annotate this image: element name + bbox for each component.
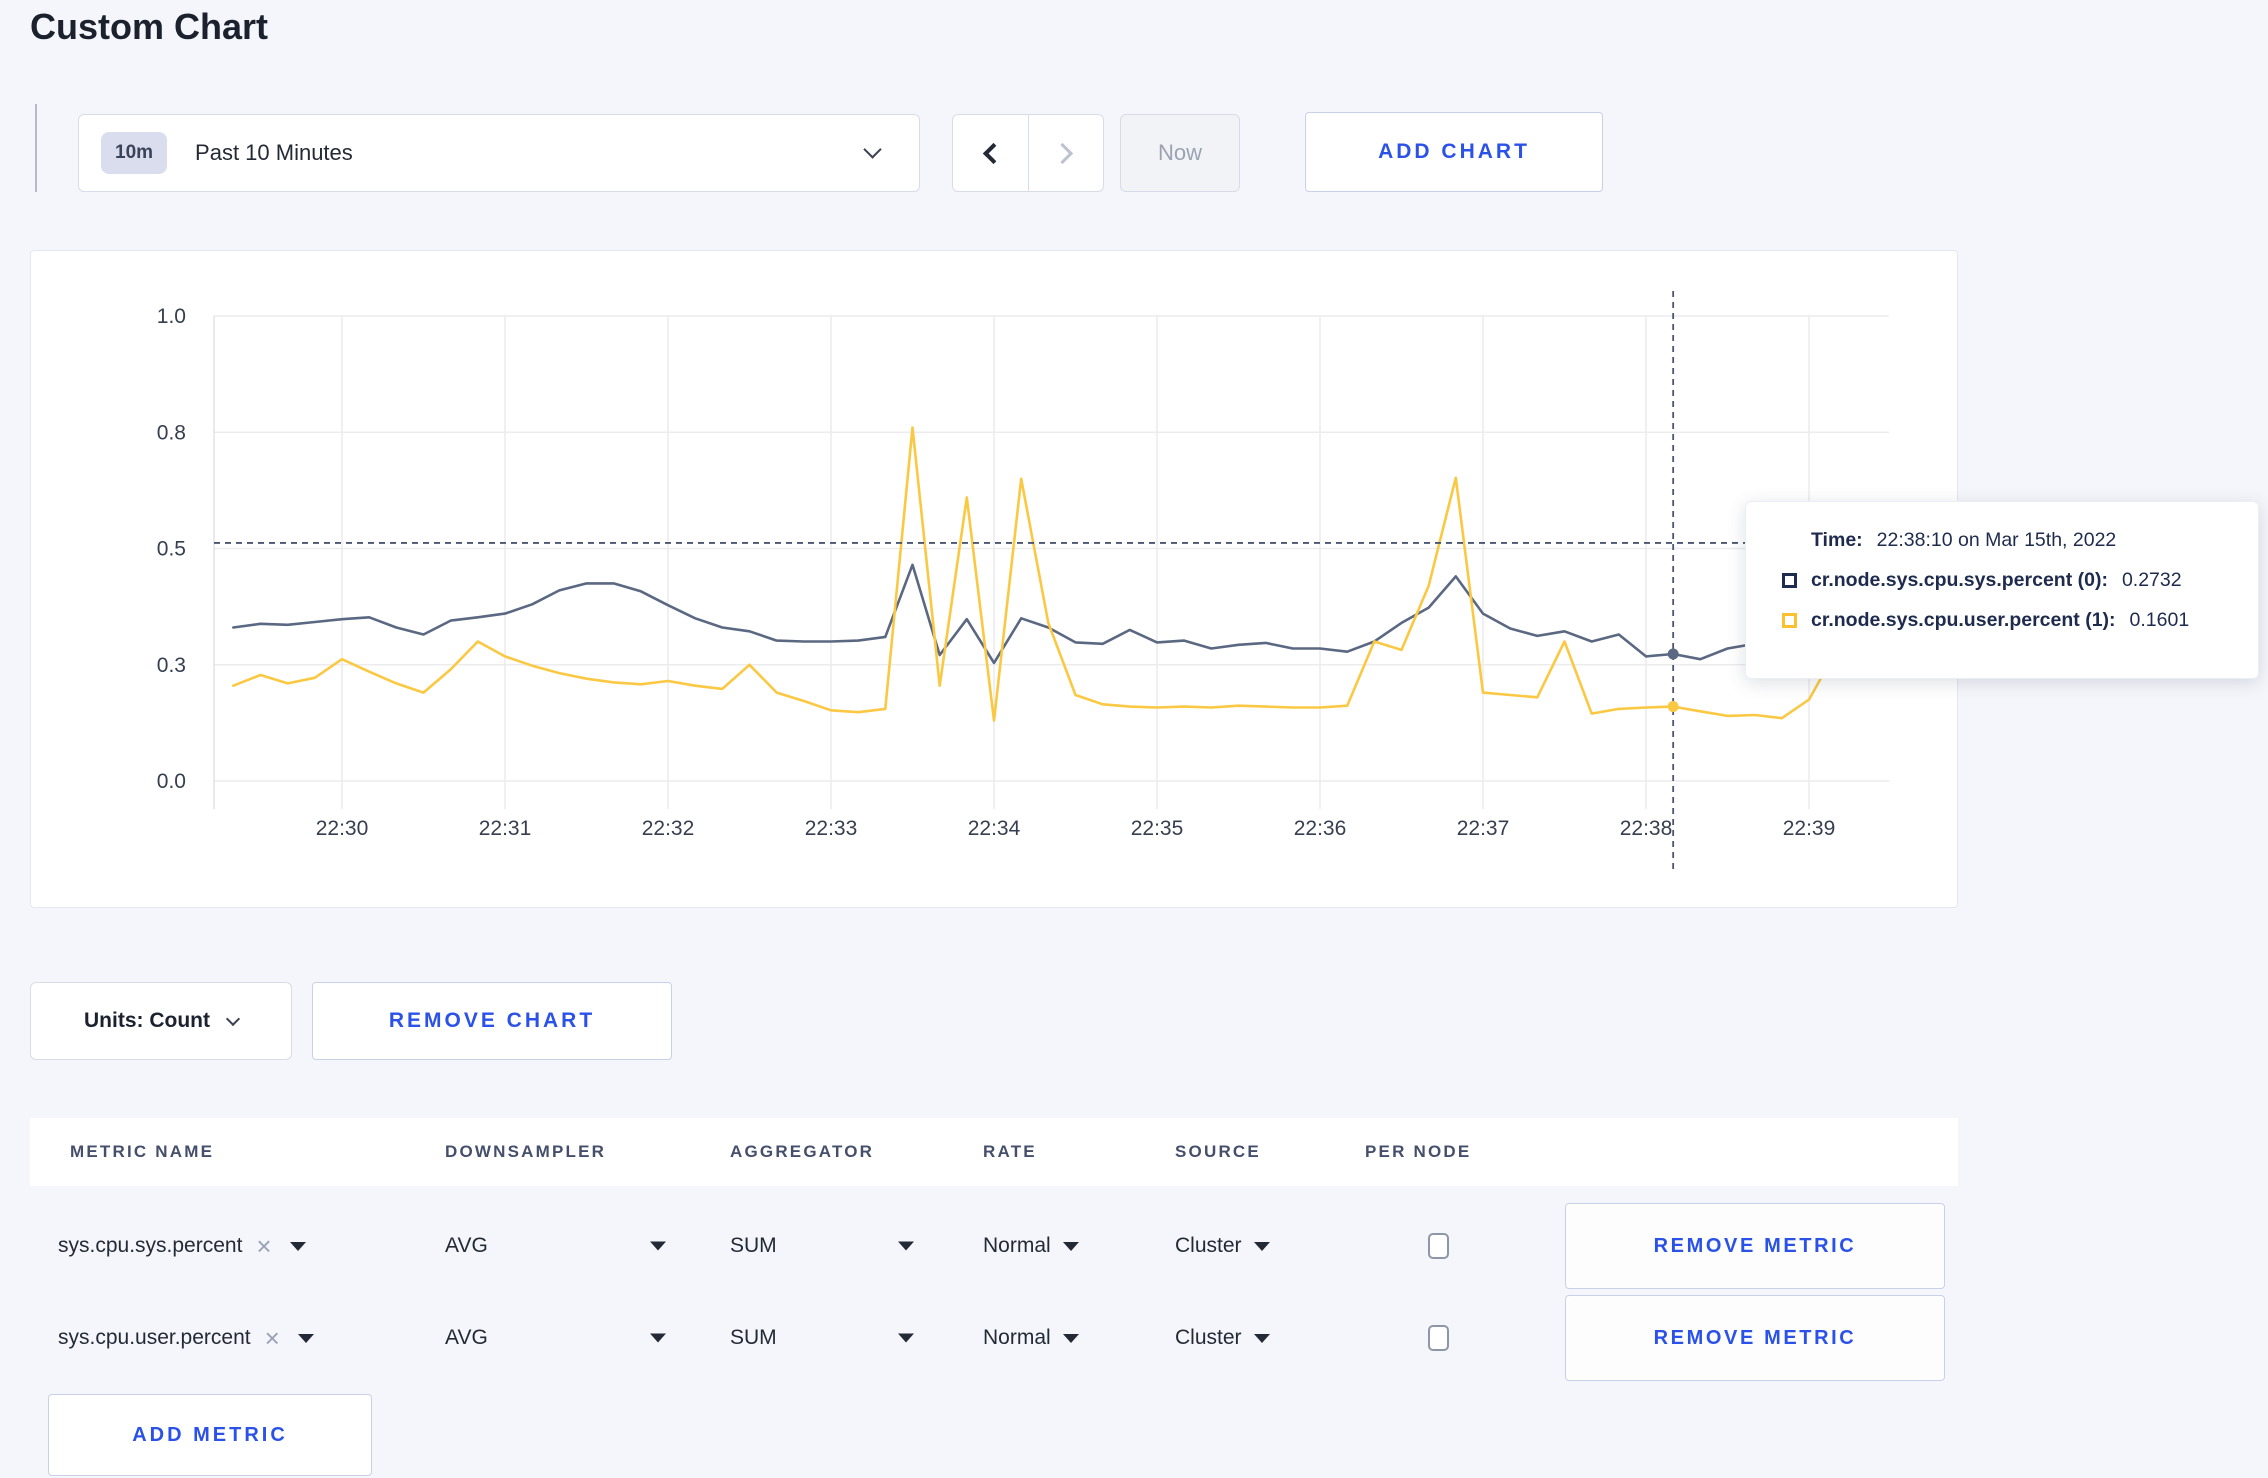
downsampler-select[interactable]: AVG bbox=[445, 1234, 488, 1258]
tooltip-series-name: cr.node.sys.cpu.sys.percent (0): bbox=[1811, 569, 2108, 591]
add-metric-button[interactable]: ADD METRIC bbox=[48, 1394, 372, 1476]
rate-select[interactable]: Normal bbox=[983, 1326, 1079, 1350]
column-header-rate: RATE bbox=[983, 1142, 1037, 1161]
chevron-right-icon bbox=[1052, 142, 1074, 164]
x-axis-tick-label: 22:32 bbox=[642, 817, 695, 840]
metric-name-select[interactable]: sys.cpu.sys.percent × bbox=[58, 1233, 306, 1259]
downsampler-arrow[interactable] bbox=[650, 1241, 666, 1251]
source-select[interactable]: Cluster bbox=[1175, 1234, 1270, 1258]
downsampler-select[interactable]: AVG bbox=[445, 1326, 488, 1350]
aggregator-select[interactable]: SUM bbox=[730, 1234, 777, 1258]
remove-metric-button[interactable]: REMOVE METRIC bbox=[1565, 1203, 1945, 1289]
chart-panel: 1.0 0.8 0.5 0.3 0.0 22:30 22:31 22:32 22:33 22:34… bbox=[30, 250, 1958, 908]
x-axis-tick-label: 22:33 bbox=[805, 817, 858, 840]
x-axis-tick-label: 22:36 bbox=[1294, 817, 1347, 840]
y-axis-tick-label: 0.5 bbox=[157, 538, 186, 561]
custom-chart-page: Custom Chart 10m Past 10 Minutes Now ADD… bbox=[0, 0, 2268, 1478]
chevron-down-icon bbox=[225, 1011, 241, 1027]
dropdown-arrow-icon[interactable] bbox=[289, 1241, 306, 1251]
tooltip-time-row: Time: 22:38:10 on Mar 15th, 2022 bbox=[1782, 529, 2238, 552]
tooltip-time-value: 22:38:10 on Mar 15th, 2022 bbox=[1876, 529, 2117, 551]
aggregator-arrow[interactable] bbox=[898, 1241, 914, 1251]
clear-metric-icon[interactable]: × bbox=[256, 1233, 271, 1259]
per-node-checkbox[interactable] bbox=[1428, 1233, 1449, 1259]
time-range-label: Past 10 Minutes bbox=[195, 140, 353, 165]
y-axis-tick-label: 1.0 bbox=[157, 305, 186, 328]
series-line-0 bbox=[232, 563, 1865, 665]
time-range-badge: 10m bbox=[101, 132, 168, 174]
dropdown-arrow-icon bbox=[1062, 1333, 1079, 1343]
downsampler-arrow[interactable] bbox=[650, 1333, 666, 1343]
time-range-dropdown[interactable]: 10m Past 10 Minutes bbox=[78, 114, 920, 192]
metrics-chart-svg[interactable]: 1.0 0.8 0.5 0.3 0.0 22:30 22:31 22:32 22:33 22:34… bbox=[31, 251, 1957, 907]
user-series-swatch-icon bbox=[1782, 613, 1797, 628]
column-header-source: SOURCE bbox=[1175, 1142, 1261, 1161]
x-axis-tick-label: 22:30 bbox=[316, 817, 369, 840]
page-title: Custom Chart bbox=[30, 6, 269, 47]
source-select[interactable]: Cluster bbox=[1175, 1326, 1270, 1350]
clear-metric-icon[interactable]: × bbox=[265, 1325, 280, 1351]
column-header-per-node: PER NODE bbox=[1365, 1142, 1472, 1161]
dropdown-arrow-icon bbox=[1253, 1241, 1270, 1251]
remove-metric-button[interactable]: REMOVE METRIC bbox=[1565, 1295, 1945, 1381]
tooltip-series-name: cr.node.sys.cpu.user.percent (1): bbox=[1811, 609, 2116, 631]
column-header-aggregator: AGGREGATOR bbox=[730, 1142, 875, 1161]
aggregator-arrow[interactable] bbox=[898, 1333, 914, 1343]
sys-series-swatch-icon bbox=[1782, 573, 1797, 588]
chevron-down-icon bbox=[863, 140, 882, 159]
y-axis-tick-label: 0.0 bbox=[157, 770, 186, 793]
x-axis-tick-label: 22:35 bbox=[1131, 817, 1184, 840]
y-axis-tick-label: 0.8 bbox=[157, 421, 186, 444]
time-nav-group bbox=[952, 114, 1104, 192]
per-node-checkbox[interactable] bbox=[1428, 1325, 1449, 1351]
toolbar-divider bbox=[35, 104, 37, 192]
dropdown-arrow-icon bbox=[898, 1333, 914, 1343]
prev-time-button[interactable] bbox=[953, 115, 1029, 191]
y-axis-tick-label: 0.3 bbox=[157, 654, 186, 677]
dropdown-arrow-icon bbox=[1062, 1241, 1079, 1251]
hover-point-1 bbox=[1667, 701, 1679, 713]
units-dropdown[interactable]: Units: Count bbox=[30, 982, 292, 1060]
x-axis-tick-label: 22:38 bbox=[1620, 817, 1673, 840]
metric-name-select[interactable]: sys.cpu.user.percent × bbox=[58, 1325, 314, 1351]
column-header-metric-name: METRIC NAME bbox=[70, 1142, 215, 1161]
dropdown-arrow-icon bbox=[650, 1333, 666, 1343]
metrics-table-header: METRIC NAME DOWNSAMPLER AGGREGATOR RATE … bbox=[30, 1118, 1958, 1186]
chevron-left-icon bbox=[982, 142, 1004, 164]
chart-tooltip: Time: 22:38:10 on Mar 15th, 2022 cr.node… bbox=[1745, 501, 2259, 679]
metric-row: sys.cpu.user.percent × AVG SUM Normal Cl… bbox=[30, 1292, 1958, 1384]
x-axis-tick-label: 22:34 bbox=[968, 817, 1021, 840]
tooltip-series-value: 0.2732 bbox=[2121, 569, 2182, 591]
units-label: Units: Count bbox=[84, 1009, 210, 1032]
now-button[interactable]: Now bbox=[1120, 114, 1240, 192]
x-axis-tick-label: 22:39 bbox=[1783, 817, 1836, 840]
dropdown-arrow-icon bbox=[1253, 1333, 1270, 1343]
add-chart-button[interactable]: ADD CHART bbox=[1305, 112, 1603, 192]
next-time-button[interactable] bbox=[1029, 115, 1104, 191]
remove-chart-button[interactable]: REMOVE CHART bbox=[312, 982, 672, 1060]
series-line-1 bbox=[232, 426, 1865, 722]
dropdown-arrow-icon[interactable] bbox=[297, 1333, 314, 1343]
metric-row: sys.cpu.sys.percent × AVG SUM Normal Clu… bbox=[30, 1200, 1958, 1292]
tooltip-series-value: 0.1601 bbox=[2129, 609, 2190, 631]
x-axis-tick-label: 22:31 bbox=[479, 817, 532, 840]
aggregator-select[interactable]: SUM bbox=[730, 1326, 777, 1350]
dropdown-arrow-icon bbox=[898, 1241, 914, 1251]
tooltip-time-label: Time: bbox=[1811, 529, 1863, 551]
hover-point-0 bbox=[1667, 648, 1679, 660]
rate-select[interactable]: Normal bbox=[983, 1234, 1079, 1258]
dropdown-arrow-icon bbox=[650, 1241, 666, 1251]
x-axis-tick-label: 22:37 bbox=[1457, 817, 1510, 840]
tooltip-series-row: cr.node.sys.cpu.user.percent (1): 0.1601 bbox=[1782, 609, 2238, 632]
tooltip-series-row: cr.node.sys.cpu.sys.percent (0): 0.2732 bbox=[1782, 569, 2238, 592]
column-header-downsampler: DOWNSAMPLER bbox=[445, 1142, 607, 1161]
